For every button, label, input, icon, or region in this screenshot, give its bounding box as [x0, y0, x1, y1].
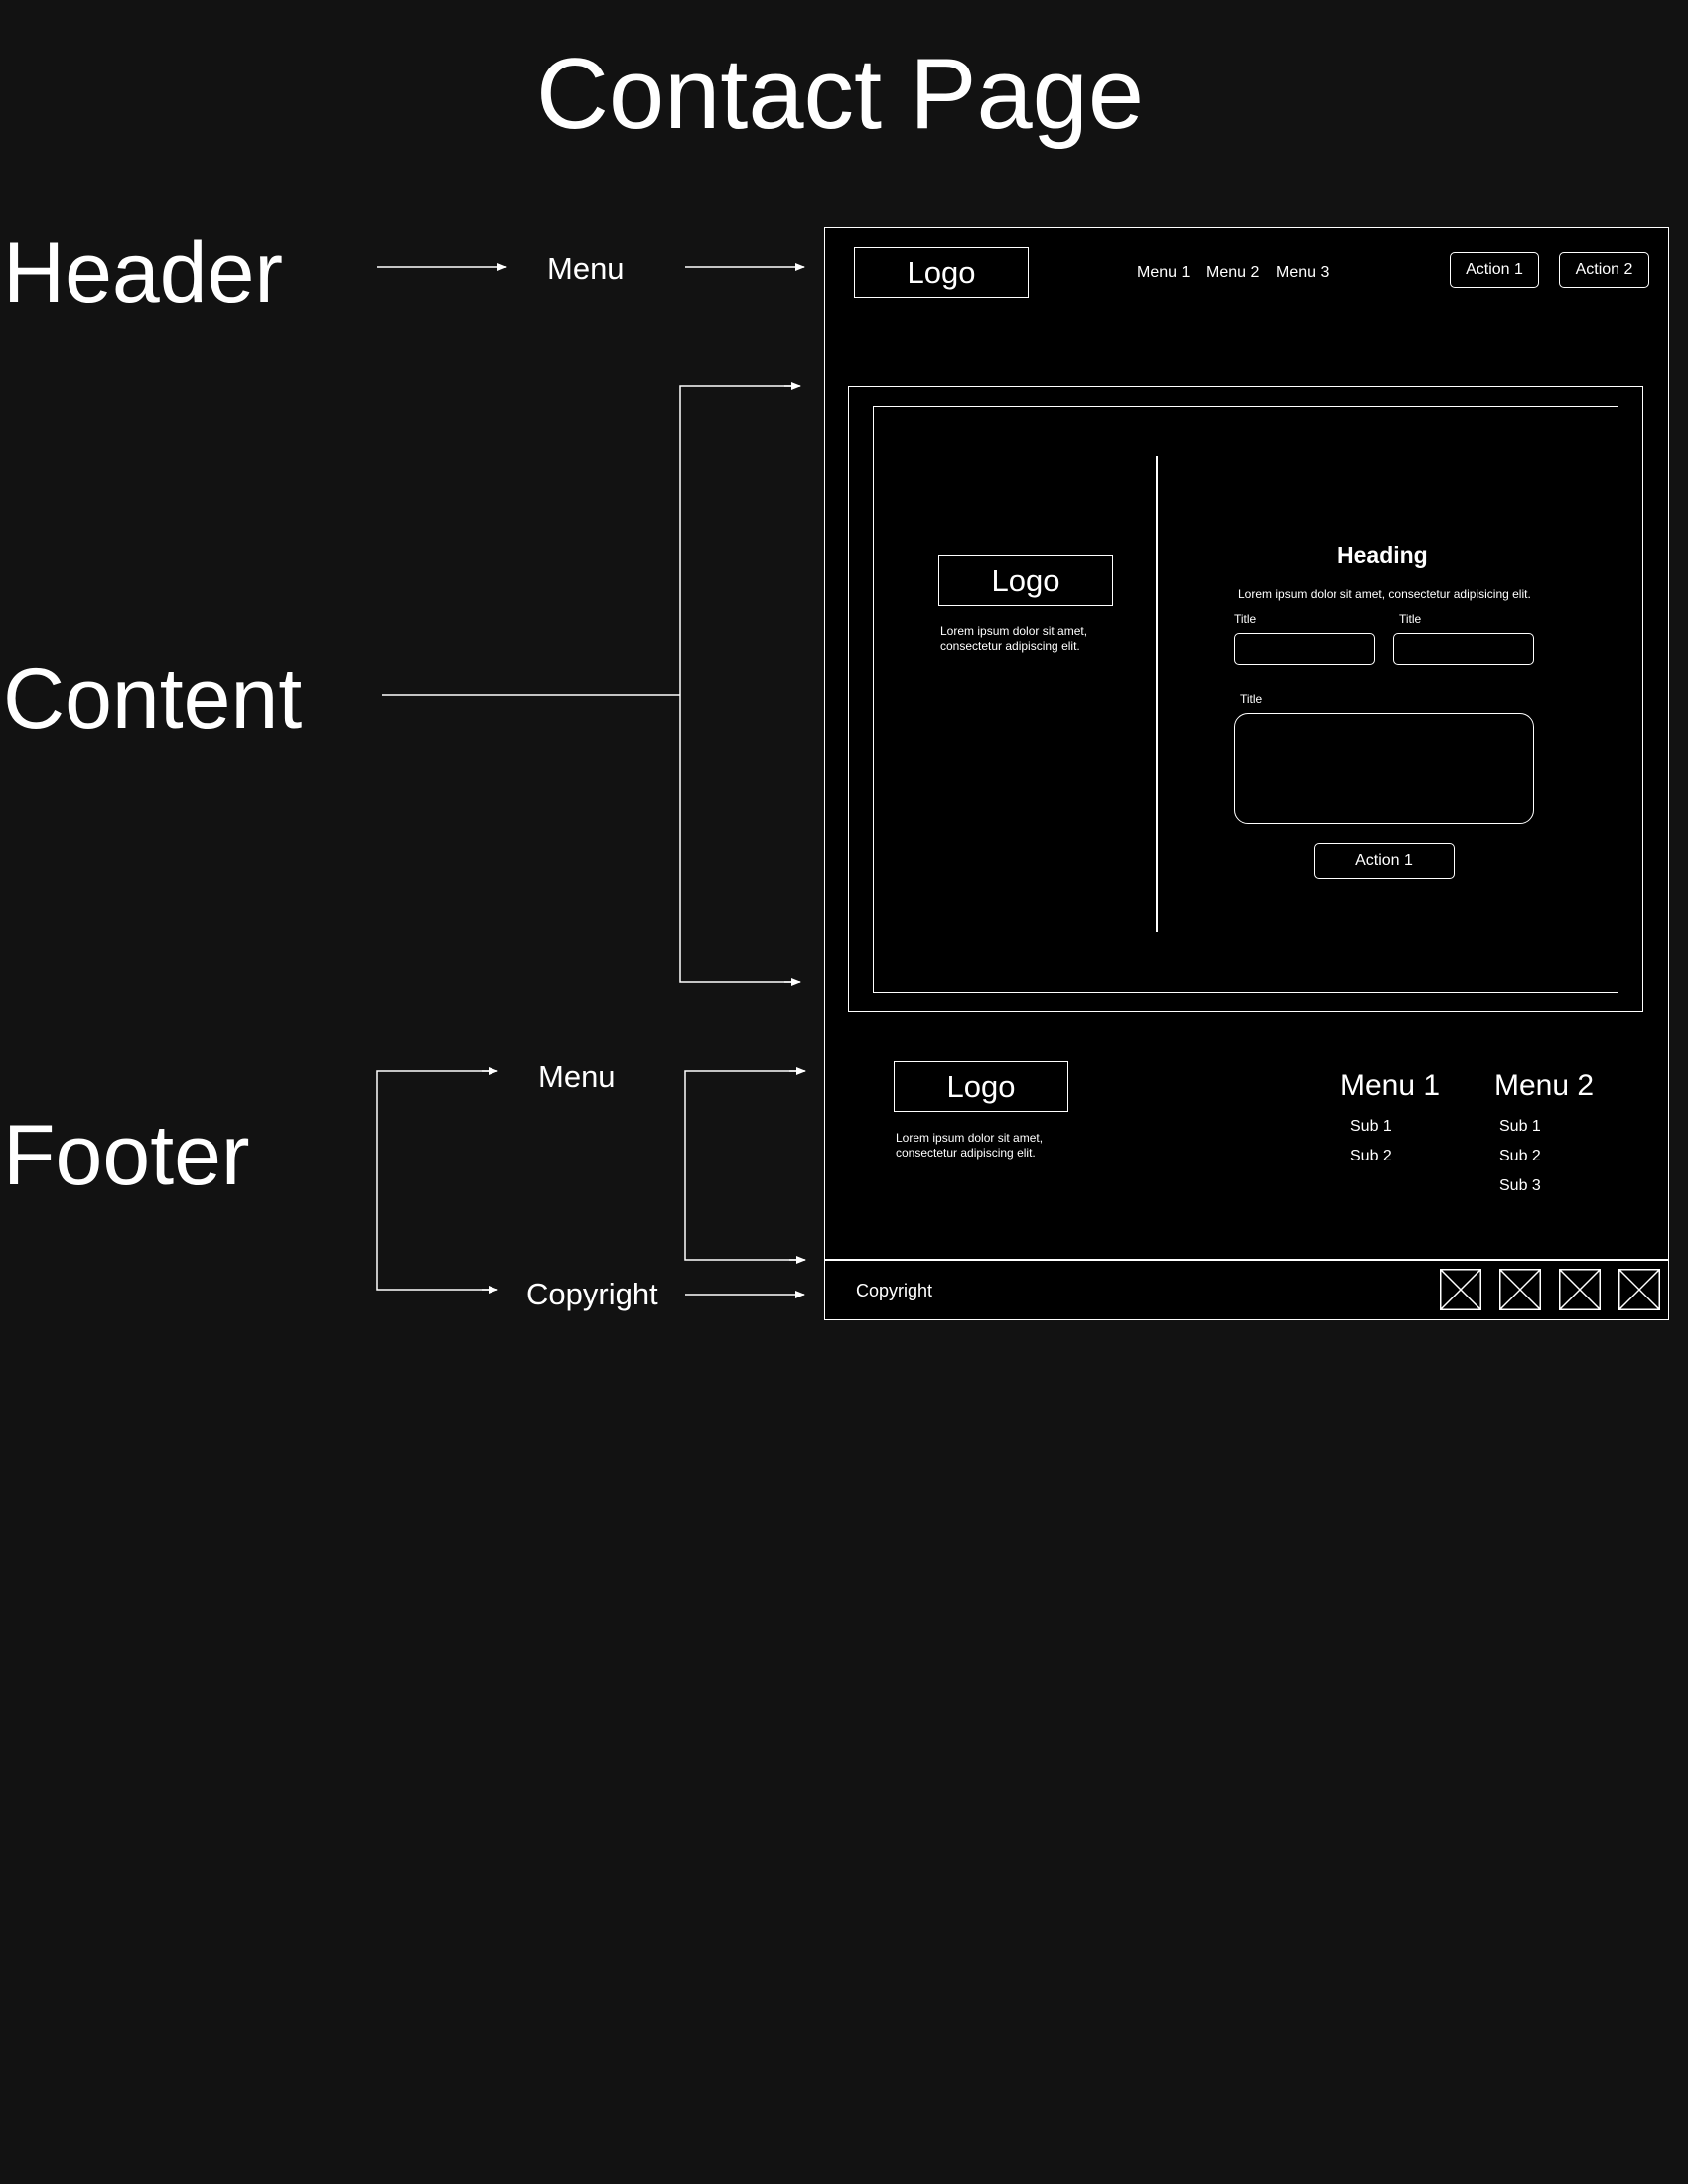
wireframe-submit-button[interactable]: Action 1 — [1314, 843, 1455, 879]
wireframe-header-menu-2[interactable]: Menu 2 — [1206, 265, 1259, 281]
wireframe-field-label-3: Title — [1240, 692, 1263, 706]
wireframe-header-menu-1[interactable]: Menu 1 — [1137, 265, 1190, 281]
bracket-content — [679, 385, 799, 983]
wireframe-footer-menu-1-item-1[interactable]: Sub 1 — [1350, 1119, 1392, 1135]
wireframe-footer-menu-1-title[interactable]: Menu 1 — [1340, 1071, 1440, 1101]
bracket-footer — [376, 1070, 496, 1291]
wireframe-footer-intro-text: Lorem ipsum dolor sit amet, consectetur … — [896, 1131, 1044, 1160]
wireframe-footer-menu-2-item-2[interactable]: Sub 2 — [1499, 1149, 1541, 1164]
wireframe-field-input-1[interactable] — [1234, 633, 1375, 665]
wireframe-footer-menu-2-item-3[interactable]: Sub 3 — [1499, 1178, 1541, 1194]
wireframe-copyright-divider — [824, 1259, 1669, 1261]
wireframe-field-label-1: Title — [1234, 613, 1257, 626]
wireframe-footer-menu-2-item-1[interactable]: Sub 1 — [1499, 1119, 1541, 1135]
wireframe-field-input-2[interactable] — [1393, 633, 1534, 665]
social-icon-1[interactable] — [1440, 1269, 1481, 1310]
social-icon-4[interactable] — [1618, 1269, 1660, 1310]
wireframe-footer-logo[interactable]: Logo — [894, 1061, 1068, 1112]
wireframe-header-logo[interactable]: Logo — [854, 247, 1029, 298]
social-icon-3[interactable] — [1559, 1269, 1601, 1310]
wireframe-header-action-1-button[interactable]: Action 1 — [1450, 252, 1539, 288]
wireframe-content-divider — [1156, 456, 1158, 932]
wireframe-content-heading: Heading — [1337, 542, 1428, 568]
wireframe-message-textarea[interactable] — [1234, 713, 1534, 824]
wireframe-copyright-text: Copyright — [856, 1281, 933, 1300]
wireframe-header-action-2-button[interactable]: Action 2 — [1559, 252, 1649, 288]
wireframe-footer-menu-2-title[interactable]: Menu 2 — [1494, 1071, 1594, 1101]
wireframe-footer-menu-1-item-2[interactable]: Sub 2 — [1350, 1149, 1392, 1164]
wireframe-content-intro-text: Lorem ipsum dolor sit amet, consectetur … — [940, 624, 1088, 653]
social-icon-2[interactable] — [1499, 1269, 1541, 1310]
bracket-footer-menu — [684, 1070, 804, 1261]
wireframe-header-menu-3[interactable]: Menu 3 — [1276, 265, 1329, 281]
wireframe-content-subtext: Lorem ipsum dolor sit amet, consectetur … — [1238, 587, 1531, 601]
wireframe-field-label-2: Title — [1399, 613, 1422, 626]
wireframe-content-logo[interactable]: Logo — [938, 555, 1113, 606]
